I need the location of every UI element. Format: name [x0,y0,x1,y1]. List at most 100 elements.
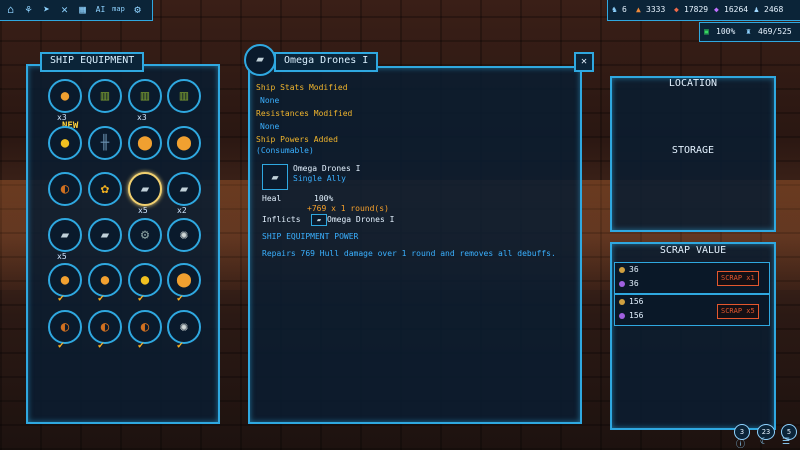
heal-label: Heal [262,194,282,203]
power-name: Omega Drones I [293,164,361,173]
equipment-slot[interactable]: ╫ [88,126,122,160]
effect-icon: ▰ [311,214,327,226]
equipment-slot[interactable]: ● [48,126,82,160]
equipped-check-icon: ✔ [177,340,184,351]
crystal-icon: ◆ [714,5,719,14]
equipment-slot[interactable]: ◐ [48,310,82,344]
equipment-slot-selected[interactable]: ▰ [128,172,162,206]
hull-icon: ▣ [704,27,709,36]
power-target: Single Ally [293,174,346,183]
crystal-icon [619,312,625,319]
resistances-header: Resistances Modified [256,109,353,118]
item-title: Omega Drones I [274,52,379,72]
ship-icon[interactable]: ➤ [40,3,53,16]
resource-4: 16264 [724,5,749,14]
equipped-check-icon: ✔ [58,293,65,304]
cargo-capacity: 469/525 [758,27,792,36]
metal-icon: ▲ [636,5,641,14]
crystal-icon [619,280,625,287]
stack-count: x2 [177,206,187,215]
equipment-slot[interactable]: ● [88,263,122,297]
power-description: Repairs 769 Hull damage over 1 round and… [262,249,556,258]
metal-icon [619,266,625,273]
equipment-slot[interactable]: ▥ [167,79,201,113]
map-icon[interactable]: map [112,3,125,16]
equipment-slot[interactable]: ▰ [48,218,82,252]
powers-note: (Consumable) [256,146,314,155]
inflicts-value: Omega Drones I [327,215,395,224]
cargo-icon: ♜ [746,27,751,36]
equipment-slot[interactable]: ▰ [167,172,201,206]
home-icon[interactable]: ⌂ [4,3,17,16]
resource-1: 6 [622,5,627,14]
drone-item-icon: ▰ [244,44,276,76]
equipment-slot[interactable]: ⚙ [128,218,162,252]
scrap-crystal-value: 36 [629,279,639,288]
resistances-value: None [260,122,280,131]
resource-bar: ♞ 6 ▲ 3333 ◆ 17829 ◆ 16264 ♟ 2468 [607,0,800,21]
resource-3: 17829 [684,5,709,14]
equipment-slot[interactable]: ⬤ [167,126,201,160]
resource-2: 3333 [646,5,666,14]
inflicts-label: Inflicts [262,215,301,224]
equipped-check-icon: ✔ [58,340,65,351]
scrap-x5-button[interactable]: SCRAP x5 [717,304,759,319]
equipped-check-icon: ✔ [98,340,105,351]
resource-5: 2468 [764,5,784,14]
equipment-slot[interactable]: ⬤ [167,263,201,297]
equipment-slot[interactable]: ◐ [128,310,162,344]
location-title: LOCATION [668,78,718,89]
scrap-crystal-value: 156 [629,311,644,320]
equipment-slot[interactable]: ✿ [88,172,122,206]
equipment-slot[interactable]: ✺ [167,310,201,344]
equipped-check-icon: ✔ [138,340,145,351]
close-button[interactable]: ✕ [574,52,594,72]
grid-icon[interactable]: ▦ [76,3,89,16]
drone-icon: ♟ [754,5,759,14]
equipment-slot[interactable]: ▰ [88,218,122,252]
scrap-row: 36 36 SCRAP x1 [614,262,770,294]
power-type: SHIP EQUIPMENT POWER [262,232,359,241]
scrap-metal-value: 36 [629,265,639,274]
fuel-icon: ◆ [674,5,679,14]
stack-count: x3 [137,113,147,122]
powers-header: Ship Powers Added [256,135,338,144]
tools-icon[interactable]: ✕ [58,3,71,16]
top-nav-bar: ⌂ ⚘ ➤ ✕ ▦ AI map ⚙ [0,0,153,21]
stats-header: Ship Stats Modified [256,83,348,92]
ai-icon[interactable]: AI [94,3,107,16]
tree-icon[interactable]: ⚘ [22,3,35,16]
equipment-slot[interactable]: ● [128,263,162,297]
metal-icon [619,298,625,305]
location-value: STORAGE [671,145,715,156]
equipped-check-icon: ✔ [98,293,105,304]
power-icon: ▰ [262,164,288,190]
info-icon[interactable]: ⓘ [736,437,745,450]
scrap-metal-value: 156 [629,297,644,306]
scrap-title: SCRAP VALUE [659,245,727,256]
equipment-slot[interactable]: ▥ [88,79,122,113]
equipment-slot[interactable]: ⬤ [128,126,162,160]
stats-value: None [260,96,280,105]
stack-count: x5 [138,206,148,215]
equipment-slot[interactable]: ● [48,79,82,113]
list-icon[interactable]: ☰ [782,437,790,447]
scrap-row: 156 156 SCRAP x5 [614,294,770,326]
hull-percent: 100% [716,27,736,36]
equipment-slot[interactable]: ▥ [128,79,162,113]
heal-detail: +769 x 1 round(s) [307,204,389,213]
hull-bar: ▣ 100% ♜ 469/525 [699,22,800,42]
crew-icon: ♞ [612,5,617,14]
ship-equipment-title: SHIP EQUIPMENT [40,52,145,72]
settings-icon[interactable]: ⚙ [131,3,144,16]
equipment-slot[interactable]: ✺ [167,218,201,252]
equipment-slot[interactable]: ◐ [48,172,82,206]
scrap-x1-button[interactable]: SCRAP x1 [717,271,759,286]
equipment-slot[interactable]: ◐ [88,310,122,344]
stack-count: x5 [57,252,67,261]
equipment-slot[interactable]: ● [48,263,82,297]
equipped-check-icon: ✔ [138,293,145,304]
equipped-check-icon: ✔ [177,293,184,304]
chat-icon[interactable]: ☾ [760,437,765,447]
heal-value: 100% [314,194,334,203]
